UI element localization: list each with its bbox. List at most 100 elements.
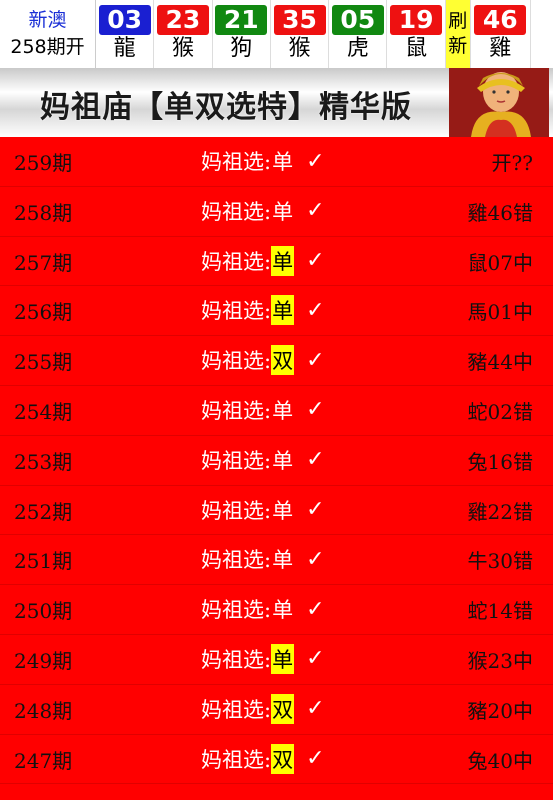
period-label: 259期 bbox=[14, 151, 73, 175]
ball-number: 21 bbox=[215, 5, 268, 35]
period-label: 251期 bbox=[14, 549, 73, 574]
result-ball: 05 虎 bbox=[329, 0, 388, 68]
period-label: 258期 bbox=[14, 200, 73, 225]
pick: 妈祖选: 单 ✓ bbox=[201, 395, 325, 425]
period-label: 249期 bbox=[14, 648, 73, 673]
special-ball: 46 雞 bbox=[471, 0, 531, 68]
check-icon: ✓ bbox=[306, 248, 325, 274]
result-ball: 35 猴 bbox=[271, 0, 330, 68]
result-label: 豬44中 bbox=[467, 350, 533, 375]
prediction-row: 249期 妈祖选: 单 ✓ 猴23中 bbox=[0, 635, 553, 685]
result-label: 兔16错 bbox=[467, 449, 533, 474]
refresh-label-top: 刷 bbox=[448, 10, 468, 32]
pick-label: 妈祖选: bbox=[201, 747, 272, 772]
pick-value: 单 bbox=[272, 448, 294, 473]
prediction-row: 257期 妈祖选: 单 ✓ 鼠07中 bbox=[0, 237, 553, 287]
pick: 妈祖选: 单 ✓ bbox=[201, 146, 325, 176]
ball-zodiac: 猴 bbox=[288, 36, 311, 61]
pick: 妈祖选: 单 ✓ bbox=[201, 445, 325, 475]
pick-label: 妈祖选: bbox=[201, 697, 272, 722]
result-label: 鼠07中 bbox=[467, 250, 533, 275]
issue-info: 新澳 258期开 bbox=[0, 0, 96, 68]
check-icon: ✓ bbox=[306, 297, 325, 323]
pick: 妈祖选: 单 ✓ bbox=[201, 196, 325, 226]
result-label: 牛30错 bbox=[467, 549, 533, 574]
ball-number: 23 bbox=[156, 5, 209, 35]
result-label: 蛇02错 bbox=[467, 399, 533, 424]
check-icon: ✓ bbox=[306, 148, 325, 174]
pick-value: 单 bbox=[272, 598, 294, 623]
prediction-row: 258期 妈祖选: 单 ✓ 雞46错 bbox=[0, 187, 553, 237]
ball-number: 35 bbox=[273, 5, 326, 35]
ball-zodiac: 猴 bbox=[171, 36, 194, 61]
check-icon: ✓ bbox=[306, 746, 325, 772]
period-label: 254期 bbox=[14, 399, 73, 424]
result-ball: 23 猴 bbox=[154, 0, 213, 68]
ball-zodiac: 龍 bbox=[113, 36, 136, 61]
check-icon: ✓ bbox=[306, 596, 325, 622]
pick-label: 妈祖选: bbox=[201, 299, 272, 324]
result-label: 兔40中 bbox=[467, 748, 533, 773]
pick-value: 单 bbox=[272, 498, 294, 523]
ball-number: 03 bbox=[98, 5, 151, 35]
result-ball: 21 狗 bbox=[213, 0, 271, 68]
pick-label: 妈祖选: bbox=[201, 647, 272, 672]
pick-value: 单 bbox=[271, 643, 295, 674]
refresh-button[interactable]: 刷新 bbox=[445, 0, 471, 68]
pick: 妈祖选: 单 ✓ bbox=[201, 495, 325, 525]
pick-value: 单 bbox=[272, 548, 294, 573]
prediction-row: 248期 妈祖选: 双 ✓ 豬20中 bbox=[0, 685, 553, 735]
period-label: 255期 bbox=[14, 350, 73, 375]
pick: 妈祖选: 双 ✓ bbox=[201, 743, 325, 774]
pick: 妈祖选: 单 ✓ bbox=[201, 544, 325, 574]
pick-value: 单 bbox=[271, 295, 295, 326]
pick-value: 双 bbox=[271, 693, 295, 724]
prediction-list: 259期 妈祖选: 单 ✓ 开?? 258期 妈祖选: 单 ✓ 雞46错 257期 妈祖选: 单 ✓ 鼠07… bbox=[0, 137, 553, 785]
pick-label: 妈祖选: bbox=[201, 199, 272, 224]
period-label: 252期 bbox=[14, 499, 73, 524]
result-label: 雞22错 bbox=[467, 499, 533, 524]
check-icon: ✓ bbox=[306, 546, 325, 572]
pick: 妈祖选: 单 ✓ bbox=[201, 594, 325, 624]
issue-label: 258期开 bbox=[10, 36, 85, 58]
ball-zodiac: 虎 bbox=[346, 36, 369, 61]
pick-value: 双 bbox=[271, 345, 295, 376]
special-number: 46 bbox=[474, 5, 527, 35]
check-icon: ✓ bbox=[306, 198, 325, 224]
prediction-row: 254期 妈祖选: 单 ✓ 蛇02错 bbox=[0, 386, 553, 436]
check-icon: ✓ bbox=[306, 646, 325, 672]
pick-value: 单 bbox=[272, 150, 294, 174]
pick-label: 妈祖选: bbox=[201, 548, 272, 573]
lottery-result-bar: 新澳 258期开 03 龍 23 猴 21 狗 35 猴 05 虎 19 鼠刷新 46 雞 bbox=[0, 0, 553, 68]
banner: 妈祖庙【单双选特】精华版 bbox=[0, 68, 553, 137]
prediction-row: 255期 妈祖选: 双 ✓ 豬44中 bbox=[0, 336, 553, 386]
result-ball: 19 鼠 bbox=[387, 0, 446, 68]
period-label: 256期 bbox=[14, 300, 73, 325]
result-label: 雞46错 bbox=[467, 200, 533, 225]
pick: 妈祖选: 双 ✓ bbox=[201, 693, 325, 724]
pick-label: 妈祖选: bbox=[201, 398, 272, 423]
mazu-statue-image bbox=[449, 68, 549, 137]
period-label: 247期 bbox=[14, 748, 73, 773]
check-icon: ✓ bbox=[306, 497, 325, 523]
prediction-row: 253期 妈祖选: 单 ✓ 兔16错 bbox=[0, 436, 553, 486]
ball-zodiac: 狗 bbox=[230, 36, 253, 61]
result-label: 豬20中 bbox=[467, 698, 533, 723]
period-label: 248期 bbox=[14, 698, 73, 723]
period-label: 257期 bbox=[14, 250, 73, 275]
pick: 妈祖选: 单 ✓ bbox=[201, 295, 325, 326]
pick-label: 妈祖选: bbox=[201, 249, 272, 274]
result-label: 猴23中 bbox=[467, 648, 533, 673]
result-label: 开?? bbox=[491, 151, 533, 175]
check-icon: ✓ bbox=[306, 447, 325, 473]
check-icon: ✓ bbox=[306, 397, 325, 423]
prediction-row: 251期 妈祖选: 单 ✓ 牛30错 bbox=[0, 535, 553, 586]
prediction-row: 256期 妈祖选: 单 ✓ 馬01中 bbox=[0, 286, 553, 337]
prediction-row: 247期 妈祖选: 双 ✓ 兔40中 bbox=[0, 735, 553, 785]
prediction-row: 259期 妈祖选: 单 ✓ 开?? bbox=[0, 137, 553, 187]
pick-value: 单 bbox=[271, 245, 295, 276]
pick-value: 双 bbox=[271, 743, 295, 774]
period-label: 250期 bbox=[14, 599, 73, 624]
refresh-label-bottom: 新 bbox=[448, 35, 468, 57]
pick-value: 单 bbox=[272, 199, 294, 224]
